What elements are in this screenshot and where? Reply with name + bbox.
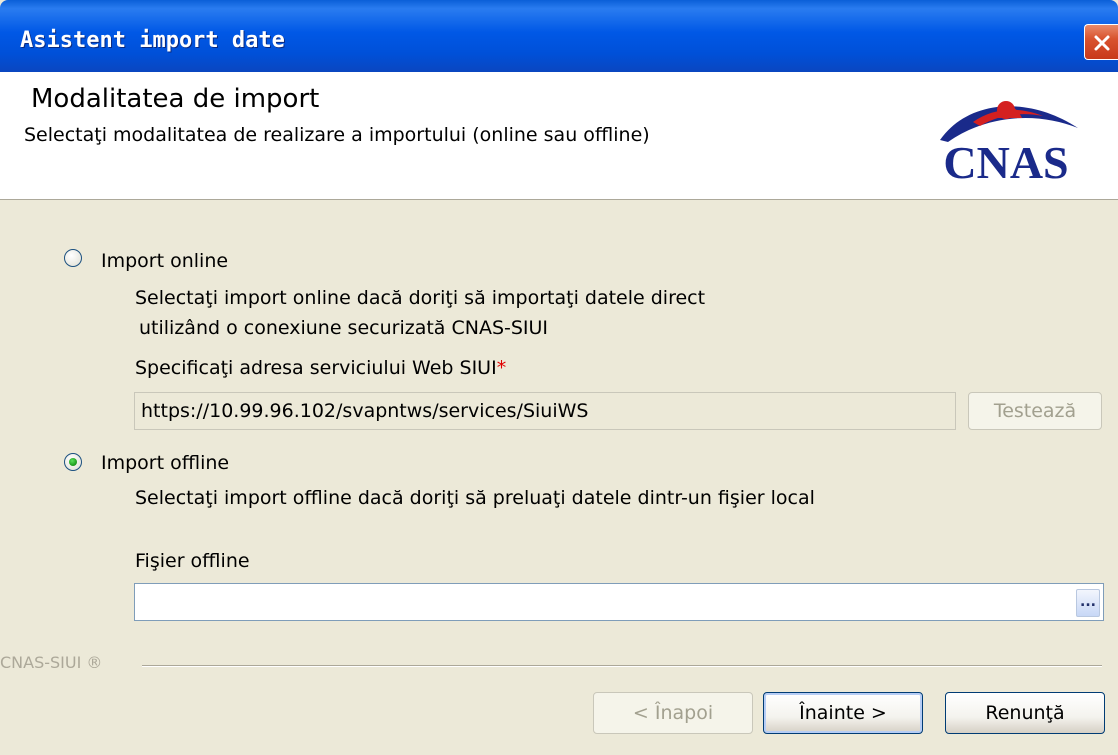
- import-online-radio[interactable]: [64, 249, 82, 267]
- web-address-label: Specificaţi adresa serviciului Web SIUI*: [135, 357, 507, 379]
- back-button[interactable]: < Înapoi: [593, 692, 753, 734]
- close-button[interactable]: [1084, 24, 1118, 60]
- window-title: Asistent import date: [20, 28, 285, 53]
- page-heading: Modalitatea de import: [31, 84, 320, 114]
- online-description-line1: Selectaţi import online dacă doriţi să i…: [135, 287, 706, 309]
- cnas-logo: CNAS: [940, 101, 1078, 185]
- import-online-label[interactable]: Import online: [101, 250, 228, 272]
- online-description-line2: utilizând o conexiune securizată CNAS-SI…: [139, 317, 549, 339]
- next-button[interactable]: Înainte >: [763, 692, 923, 734]
- footer-divider: [142, 665, 1102, 667]
- page-subtitle: Selectaţi modalitatea de realizare a imp…: [24, 124, 650, 146]
- cancel-button[interactable]: Renunţă: [945, 692, 1105, 734]
- browse-button[interactable]: ...: [1076, 589, 1100, 617]
- offline-description: Selectaţi import offline dacă doriţi să …: [135, 487, 815, 509]
- offline-file-label: Fişier offline: [135, 550, 250, 572]
- footer-brand: CNAS-SIUI ®: [0, 653, 103, 672]
- test-button[interactable]: Testează: [968, 392, 1102, 430]
- import-offline-radio[interactable]: [64, 453, 82, 471]
- offline-file-field[interactable]: [134, 583, 1104, 621]
- close-icon: [1094, 35, 1110, 51]
- radio-selected-dot: [69, 458, 77, 466]
- required-mark: *: [496, 357, 507, 379]
- web-address-field[interactable]: https://10.99.96.102/svapntws/services/S…: [134, 392, 956, 430]
- import-offline-label[interactable]: Import offline: [101, 452, 229, 474]
- logo-text: CNAS: [943, 137, 1068, 185]
- title-bar[interactable]: Asistent import date: [0, 0, 1118, 72]
